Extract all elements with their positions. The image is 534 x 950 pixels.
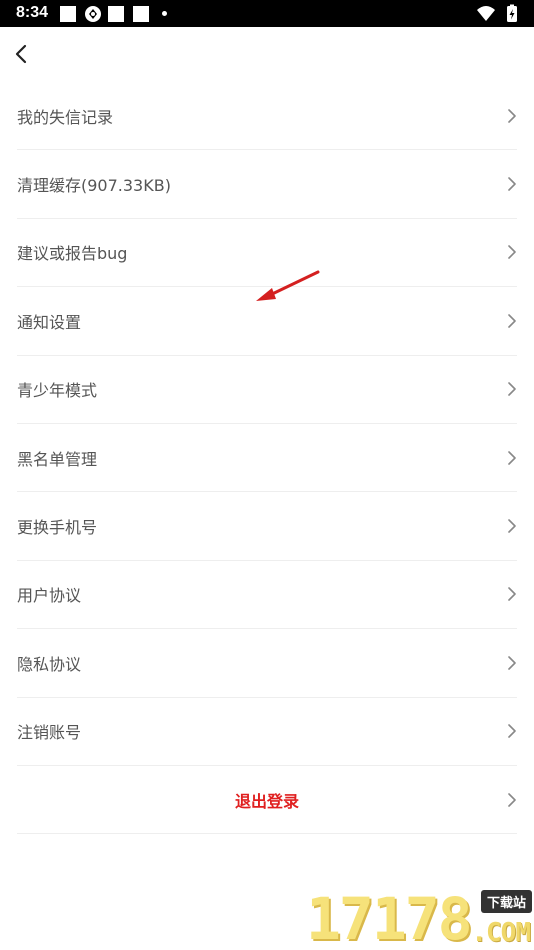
notification-square-icon bbox=[133, 6, 149, 22]
menu-item-label: 隐私协议 bbox=[17, 654, 82, 674]
back-button[interactable] bbox=[6, 39, 36, 69]
chevron-right-icon bbox=[508, 177, 516, 191]
menu-item-label: 用户协议 bbox=[17, 586, 82, 606]
watermark-domain: .COM bbox=[471, 918, 531, 948]
chevron-right-icon bbox=[508, 587, 516, 602]
chevron-right-icon bbox=[508, 724, 516, 739]
watermark-logo: 17178 下载站 .COM bbox=[306, 888, 534, 950]
notification-square-icon bbox=[60, 6, 76, 22]
menu-item-label: 注销账号 bbox=[17, 723, 82, 743]
chevron-right-icon bbox=[508, 245, 516, 260]
chevron-right-icon bbox=[508, 108, 516, 123]
menu-item-label: 建议或报告bug bbox=[17, 244, 128, 264]
menu-item-blacklist[interactable]: 黑名单管理 bbox=[17, 424, 517, 493]
status-bar: 8:34 bbox=[0, 0, 534, 27]
wifi-icon bbox=[477, 6, 495, 21]
menu-item-label: 通知设置 bbox=[17, 312, 82, 332]
chevron-right-icon bbox=[508, 382, 516, 397]
menu-item-label: 我的失信记录 bbox=[17, 107, 114, 127]
status-right-icons bbox=[476, 4, 520, 24]
chevron-right-icon bbox=[508, 314, 516, 328]
menu-item-user-agreement[interactable]: 用户协议 bbox=[17, 561, 517, 630]
menu-item-notification-settings[interactable]: 通知设置 bbox=[17, 287, 517, 356]
watermark-badge: 下载站 bbox=[480, 890, 532, 913]
menu-item-change-phone[interactable]: 更换手机号 bbox=[17, 492, 517, 561]
chevron-right-icon bbox=[508, 792, 516, 807]
settings-menu: 我的失信记录 清理缓存(907.33KB) 建议或报告bug 通知设置 青少年模… bbox=[0, 82, 534, 835]
menu-item-cancel-account[interactable]: 注销账号 bbox=[17, 698, 517, 766]
watermark-number: 17178 bbox=[306, 885, 473, 950]
status-time: 8:34 bbox=[16, 4, 49, 21]
chevron-right-icon bbox=[508, 656, 516, 670]
chevron-right-icon bbox=[508, 450, 516, 465]
menu-item-label: 更换手机号 bbox=[17, 518, 98, 538]
menu-item-teen-mode[interactable]: 青少年模式 bbox=[17, 356, 517, 424]
menu-item-report-bug[interactable]: 建议或报告bug bbox=[17, 219, 517, 288]
menu-item-clear-cache[interactable]: 清理缓存(907.33KB) bbox=[17, 150, 517, 219]
chevron-left-icon bbox=[15, 44, 27, 64]
sync-icon bbox=[84, 5, 102, 23]
dot-icon bbox=[162, 11, 167, 16]
menu-item-label: 黑名单管理 bbox=[17, 449, 98, 469]
top-bar bbox=[0, 27, 534, 82]
notification-square-icon bbox=[108, 6, 124, 22]
logout-label: 退出登录 bbox=[234, 791, 299, 811]
battery-charging-icon bbox=[507, 4, 517, 22]
menu-item-privacy-agreement[interactable]: 隐私协议 bbox=[17, 629, 517, 698]
menu-item-credit-record[interactable]: 我的失信记录 bbox=[17, 82, 517, 151]
menu-item-label: 青少年模式 bbox=[17, 381, 98, 401]
menu-item-label: 清理缓存(907.33KB) bbox=[17, 176, 171, 196]
logout-button[interactable]: 退出登录 bbox=[17, 766, 517, 835]
chevron-right-icon bbox=[508, 519, 516, 533]
